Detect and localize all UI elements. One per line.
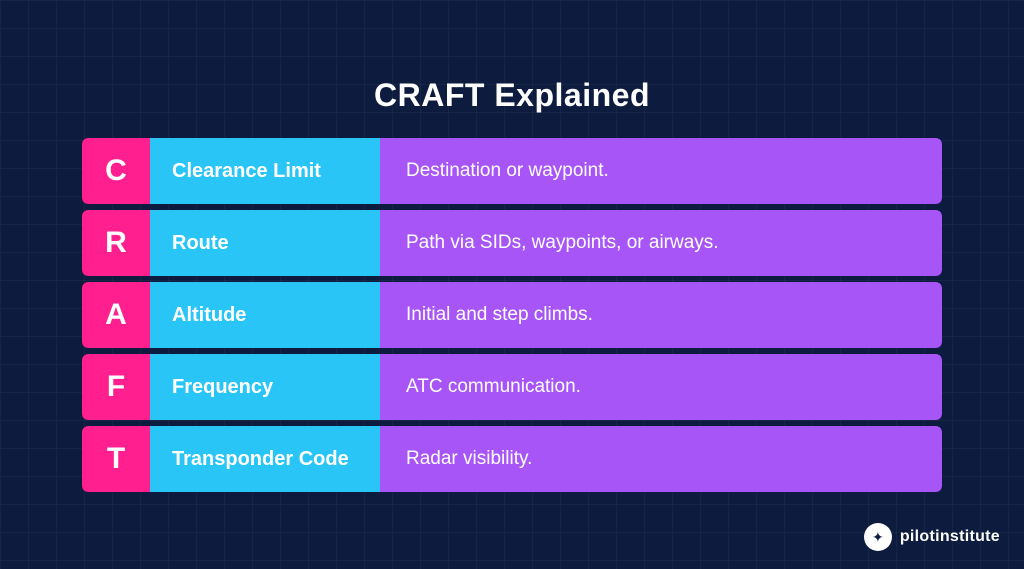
letter-cell-r: R — [82, 210, 150, 276]
term-cell-2: Altitude — [150, 282, 380, 348]
term-cell-4: Transponder Code — [150, 426, 380, 492]
desc-cell-4: Radar visibility. — [380, 426, 942, 492]
term-cell-0: Clearance Limit — [150, 138, 380, 204]
desc-cell-0: Destination or waypoint. — [380, 138, 942, 204]
table-row: CClearance LimitDestination or waypoint. — [82, 138, 942, 204]
page-title: CRAFT Explained — [374, 77, 650, 114]
logo-text: pilotinstitute — [900, 528, 1000, 546]
term-cell-3: Frequency — [150, 354, 380, 420]
table-row: RRoutePath via SIDs, waypoints, or airwa… — [82, 210, 942, 276]
desc-cell-3: ATC communication. — [380, 354, 942, 420]
table-row: FFrequencyATC communication. — [82, 354, 942, 420]
letter-cell-t: T — [82, 426, 150, 492]
table-row: AAltitudeInitial and step climbs. — [82, 282, 942, 348]
desc-cell-2: Initial and step climbs. — [380, 282, 942, 348]
letter-cell-c: C — [82, 138, 150, 204]
craft-table: CClearance LimitDestination or waypoint.… — [82, 138, 942, 492]
desc-cell-1: Path via SIDs, waypoints, or airways. — [380, 210, 942, 276]
logo-star-icon: ✦ — [872, 530, 884, 544]
term-cell-1: Route — [150, 210, 380, 276]
letter-cell-a: A — [82, 282, 150, 348]
logo-area: ✦ pilotinstitute — [864, 523, 1000, 551]
logo-icon: ✦ — [864, 523, 892, 551]
table-row: TTransponder CodeRadar visibility. — [82, 426, 942, 492]
letter-cell-f: F — [82, 354, 150, 420]
